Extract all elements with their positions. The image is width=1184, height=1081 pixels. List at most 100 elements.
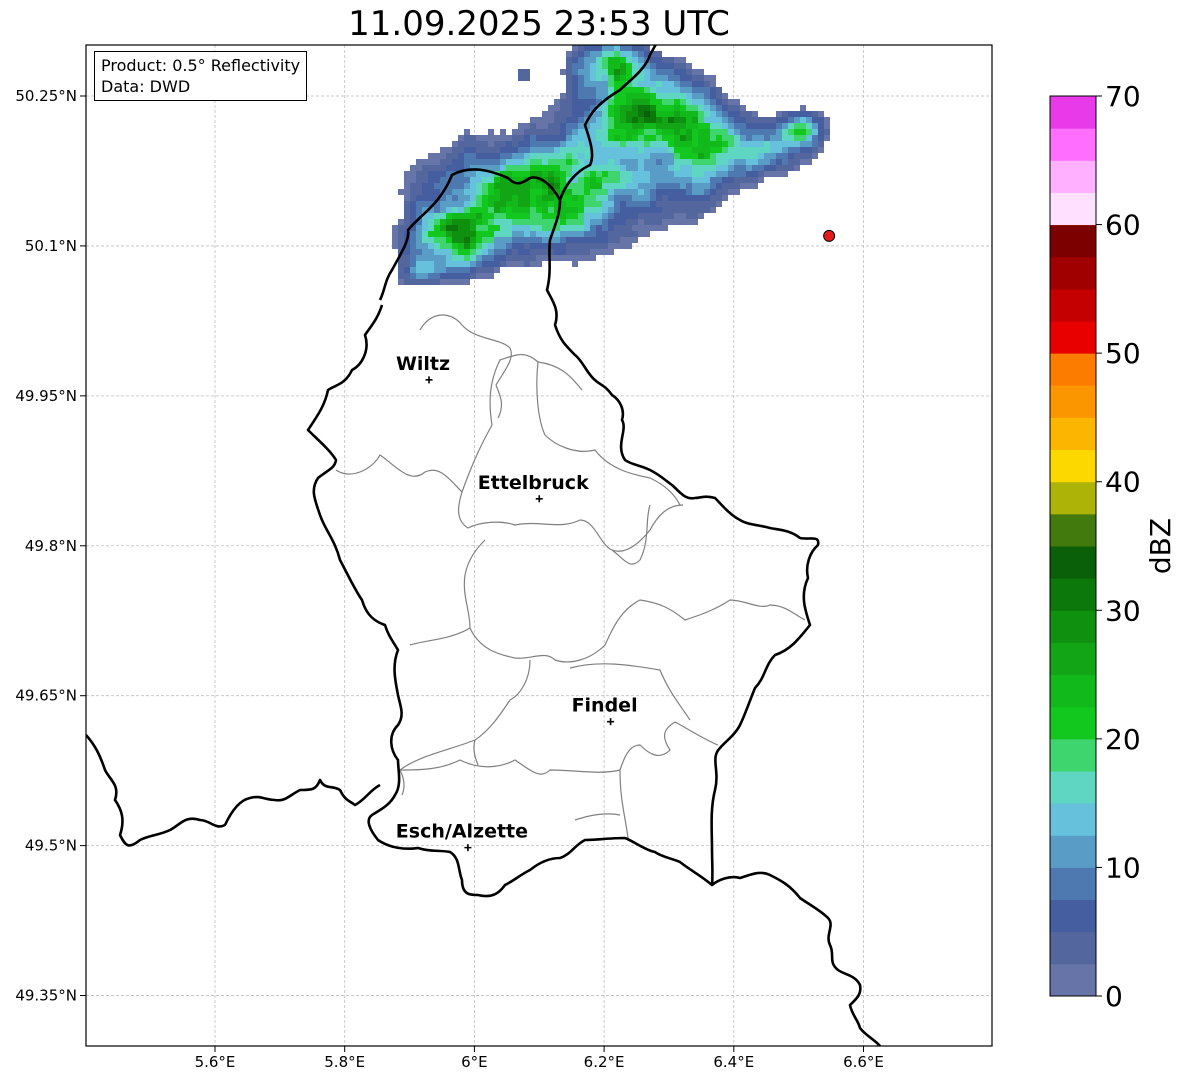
echo-cell xyxy=(494,255,500,261)
echo-cell xyxy=(542,231,548,237)
echo-cell xyxy=(608,201,614,207)
echo-cell xyxy=(686,153,692,159)
echo-cell xyxy=(632,207,638,213)
echo-cell xyxy=(662,63,668,69)
echo-cell xyxy=(788,129,794,135)
city-label: Ettelbruck xyxy=(478,472,589,494)
echo-cell xyxy=(506,219,512,225)
echo-cell xyxy=(638,75,644,81)
echo-cell xyxy=(608,171,614,177)
echo-cell xyxy=(692,111,698,117)
echo-cell xyxy=(602,105,608,111)
echo-cell xyxy=(578,183,584,189)
echo-cell xyxy=(572,159,578,165)
echo-cell xyxy=(440,153,446,159)
echo-cell xyxy=(632,57,638,63)
echo-cell xyxy=(686,213,692,219)
echo-cell xyxy=(794,165,800,171)
echo-cell xyxy=(578,45,584,51)
echo-cell xyxy=(746,141,752,147)
echo-cell xyxy=(578,153,584,159)
echo-cell xyxy=(578,51,584,57)
echo-cell xyxy=(500,219,506,225)
echo-cell xyxy=(596,243,602,249)
echo-cell xyxy=(722,189,728,195)
echo-cell xyxy=(668,219,674,225)
echo-cell xyxy=(434,183,440,189)
echo-cell xyxy=(716,99,722,105)
echo-cell xyxy=(506,147,512,153)
echo-cell xyxy=(662,117,668,123)
echo-cell xyxy=(578,105,584,111)
echo-cell xyxy=(446,165,452,171)
echo-cell xyxy=(674,177,680,183)
echo-cell xyxy=(806,117,812,123)
echo-cell xyxy=(692,177,698,183)
echo-cell xyxy=(596,237,602,243)
echo-cell xyxy=(752,141,758,147)
echo-cell xyxy=(548,159,554,165)
echo-cell xyxy=(704,171,710,177)
echo-cell xyxy=(512,195,518,201)
echo-cell xyxy=(788,159,794,165)
echo-cell xyxy=(620,195,626,201)
echo-cell xyxy=(458,213,464,219)
echo-cell xyxy=(506,225,512,231)
echo-cell xyxy=(590,237,596,243)
echo-cell xyxy=(434,237,440,243)
echo-cell xyxy=(602,81,608,87)
echo-cell xyxy=(530,153,536,159)
echo-cell xyxy=(698,177,704,183)
echo-cell xyxy=(518,153,524,159)
echo-cell xyxy=(716,153,722,159)
echo-cell xyxy=(578,111,584,117)
echo-cell xyxy=(410,249,416,255)
echo-cell xyxy=(404,255,410,261)
echo-cell xyxy=(668,69,674,75)
echo-cell xyxy=(644,153,650,159)
echo-cell xyxy=(746,123,752,129)
echo-cell xyxy=(692,147,698,153)
echo-cell xyxy=(536,183,542,189)
echo-cell xyxy=(698,105,704,111)
echo-cell xyxy=(608,129,614,135)
echo-cell xyxy=(566,255,572,261)
echo-cell xyxy=(560,69,566,75)
echo-cell xyxy=(746,177,752,183)
echo-cell xyxy=(776,147,782,153)
echo-cell xyxy=(542,141,548,147)
echo-cell xyxy=(458,147,464,153)
echo-cell xyxy=(644,141,650,147)
echo-cell xyxy=(698,195,704,201)
echo-cell xyxy=(608,141,614,147)
echo-cell xyxy=(710,75,716,81)
echo-cell xyxy=(452,159,458,165)
echo-cell xyxy=(440,201,446,207)
lon-tick-label: 5.8°E xyxy=(324,1053,365,1071)
echo-cell xyxy=(476,177,482,183)
echo-cell xyxy=(410,165,416,171)
echo-cell xyxy=(716,135,722,141)
echo-cell xyxy=(620,177,626,183)
echo-cell xyxy=(626,195,632,201)
echo-cell xyxy=(446,195,452,201)
echo-cell xyxy=(572,195,578,201)
echo-cell xyxy=(698,159,704,165)
echo-cell xyxy=(464,195,470,201)
echo-cell xyxy=(566,93,572,99)
echo-cell xyxy=(530,171,536,177)
echo-cell xyxy=(488,219,494,225)
echo-cell xyxy=(524,189,530,195)
echo-cell xyxy=(644,93,650,99)
echo-cell xyxy=(638,45,644,51)
echo-cell xyxy=(428,243,434,249)
colorbar-segment xyxy=(1050,963,1096,997)
lat-tick-label: 49.95°N xyxy=(15,387,77,405)
echo-cell xyxy=(452,237,458,243)
echo-cell xyxy=(416,171,422,177)
echo-cell xyxy=(674,69,680,75)
echo-cell xyxy=(602,141,608,147)
echo-cell xyxy=(590,255,596,261)
echo-cell xyxy=(584,225,590,231)
echo-cell xyxy=(596,87,602,93)
